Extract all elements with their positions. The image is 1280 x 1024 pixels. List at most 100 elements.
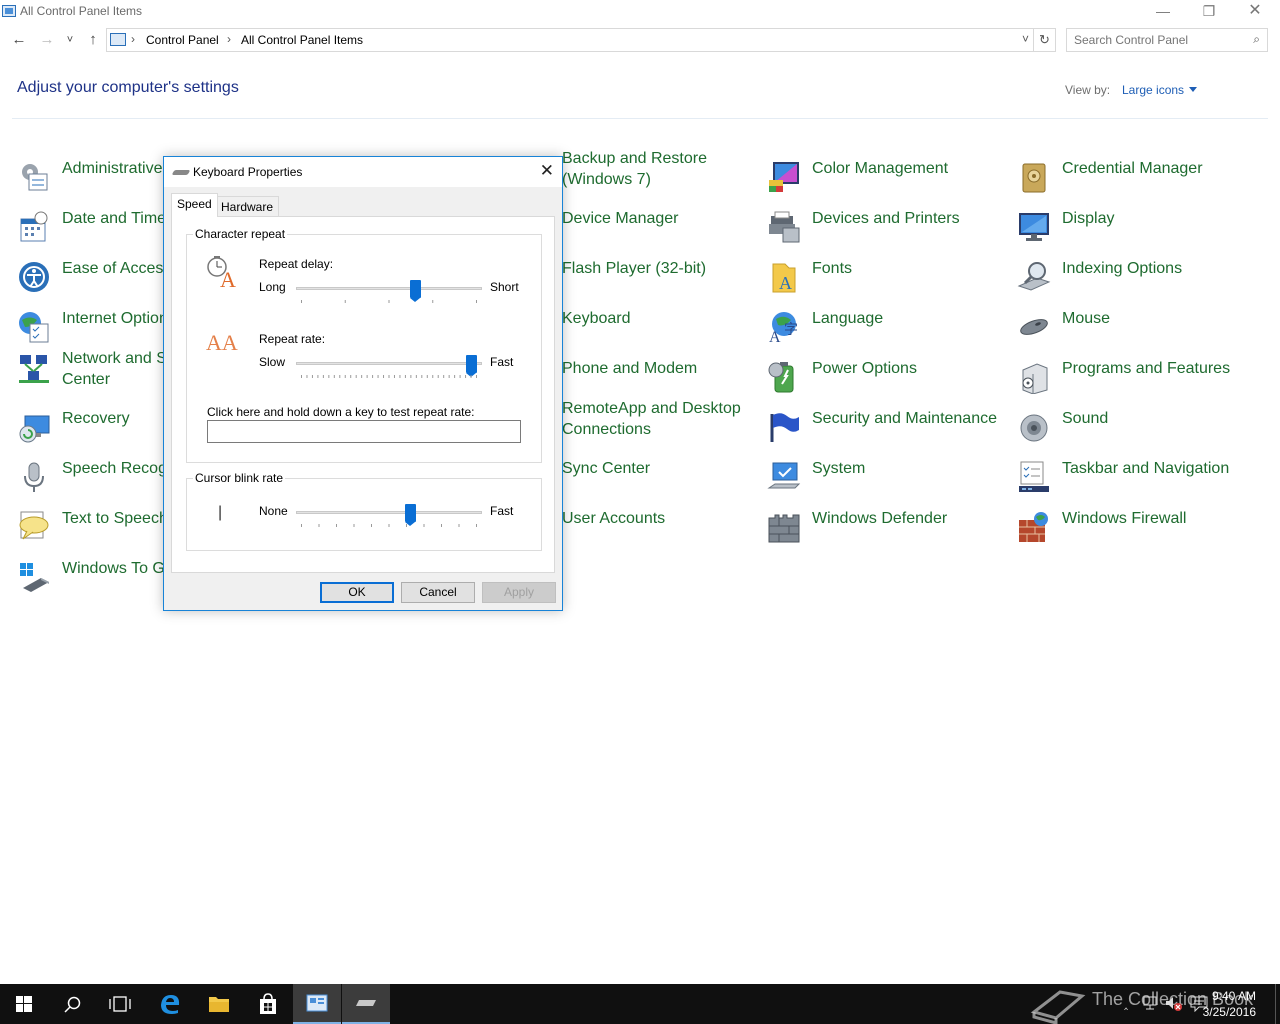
item-label: Keyboard (562, 310, 631, 327)
search-icon (64, 996, 81, 1013)
item-label: Network and S (62, 350, 167, 367)
item-label: User Accounts (562, 510, 666, 527)
file-explorer-button[interactable] (195, 984, 243, 1024)
item-label: Taskbar and Navigation (1062, 460, 1230, 477)
refresh-button[interactable]: ↻ (1033, 29, 1055, 51)
svg-text:A: A (769, 329, 781, 344)
fonts-folder-icon: A (772, 263, 796, 293)
dialog-title: Keyboard Properties (193, 165, 303, 179)
language-icon: A字 (769, 312, 798, 344)
address-dropdown-icon[interactable]: ˅ (1022, 32, 1029, 46)
dialog-titlebar: Keyboard Properties ✕ (164, 157, 562, 187)
control-panel-icon (306, 994, 328, 1012)
cancel-button[interactable]: Cancel (401, 582, 475, 603)
minimize-button[interactable]: — (1140, 0, 1186, 24)
test-repeat-input[interactable] (207, 420, 521, 443)
forward-button[interactable]: → (36, 30, 58, 50)
show-hidden-icons-chevron-up-icon[interactable]: ‸ (1124, 996, 1128, 1010)
control-panel-taskbar-button[interactable] (293, 984, 341, 1024)
search-input[interactable] (1074, 30, 1244, 50)
breadcrumb-all-items[interactable]: All Control Panel Items (241, 33, 363, 47)
item-label-line2: Center (62, 371, 111, 388)
page-title: Adjust your computer's settings (17, 79, 239, 96)
back-button[interactable]: ← (8, 30, 30, 50)
repeat-rate-slider[interactable] (296, 355, 482, 386)
folder-icon (209, 997, 229, 1012)
search-taskbar-button[interactable] (48, 984, 96, 1024)
clock-time: 9:40 AM (1211, 989, 1256, 1003)
tab-hardware[interactable]: Hardware (215, 196, 280, 217)
svg-text:A: A (779, 273, 792, 293)
flag-icon (770, 413, 799, 442)
store-button[interactable] (244, 984, 292, 1024)
item-label-line2: (Windows 7) (562, 171, 651, 188)
font-glyph-a: A (220, 267, 236, 289)
speech-bubble-icon (19, 511, 49, 540)
slider-thumb[interactable] (404, 504, 416, 526)
item-label: Windows Firewall (1062, 510, 1187, 527)
repeat-rate-max-label: Fast (490, 355, 514, 369)
item-label: Windows To Go (62, 560, 174, 577)
item-label: Internet Option (62, 310, 168, 327)
firewall-icon (1019, 512, 1048, 542)
network-tray-icon[interactable] (1142, 996, 1158, 1010)
printer-icon (769, 211, 800, 243)
tab-speed[interactable]: Speed (171, 193, 218, 217)
edge-browser-icon (161, 995, 180, 1014)
slider-ticks (301, 375, 477, 378)
task-view-button[interactable] (96, 984, 144, 1024)
item-label: Speech Recogn (62, 460, 176, 477)
item-label: Indexing Options (1062, 260, 1183, 277)
calendar-clock-icon (20, 211, 48, 242)
volume-muted-icon[interactable] (1165, 996, 1183, 1012)
item-label: Sound (1062, 410, 1109, 427)
keyboard-icon (356, 1000, 376, 1006)
item-label: Ease of Access (62, 260, 172, 277)
computer-icon (767, 462, 801, 489)
item-label: Backup and Restore (562, 150, 707, 167)
item-label: Programs and Features (1062, 360, 1231, 377)
keyboard-properties-taskbar-button[interactable] (342, 984, 390, 1024)
magnifier-drive-icon (1017, 262, 1051, 291)
window-title: All Control Panel Items (20, 4, 143, 18)
battery-power-icon (768, 362, 794, 393)
slider-thumb[interactable] (465, 355, 477, 377)
restore-button[interactable]: ❐ (1186, 0, 1232, 24)
slider-thumb[interactable] (409, 280, 421, 302)
ok-button[interactable]: OK (320, 582, 394, 603)
edge-taskbar-button[interactable] (146, 984, 194, 1024)
slider-ticks (301, 300, 477, 303)
repeat-delay-slider[interactable] (296, 280, 482, 311)
taskbar: The Collection Book ‸ 9:40 AM 3/25/2016 (0, 984, 1280, 1024)
view-by-dropdown[interactable]: Large icons (1122, 83, 1198, 97)
up-button[interactable]: ↑ (82, 30, 104, 50)
store-bag-icon (260, 993, 276, 1014)
microphone-icon (24, 462, 44, 492)
item-label: Recovery (62, 410, 130, 427)
cursor-max-label: Fast (490, 504, 514, 518)
address-bar[interactable]: › Control Panel › All Control Panel Item… (106, 28, 1056, 52)
close-button[interactable]: ✕ (1232, 0, 1278, 24)
breadcrumb-separator[interactable]: › (131, 32, 135, 46)
breadcrumb-control-panel[interactable]: Control Panel (146, 33, 219, 47)
color-management-icon (769, 162, 799, 192)
item-label: Mouse (1062, 310, 1111, 327)
dialog-close-button[interactable]: ✕ (540, 161, 554, 181)
clock[interactable]: 9:40 AM 3/25/2016 (1203, 988, 1256, 1020)
item-label-line2: Connections (562, 421, 651, 438)
recent-locations-button[interactable]: ˅ (62, 30, 78, 50)
search-icon[interactable]: ⌕ (1253, 32, 1260, 47)
cursor-blink-slider[interactable] (296, 504, 482, 535)
item-label: Flash Player (32-bit) (562, 260, 707, 277)
slider-track (296, 287, 482, 290)
cursor-glyph-icon: | (218, 504, 223, 521)
item-label: RemoteApp and Desktop (562, 400, 741, 417)
breadcrumb-separator[interactable]: › (227, 32, 231, 46)
apply-button[interactable]: Apply (482, 582, 556, 603)
show-desktop-button[interactable] (1275, 984, 1280, 1024)
search-box[interactable]: ⌕ (1066, 28, 1268, 52)
view-by-value: Large icons (1122, 83, 1185, 97)
slider-ticks (301, 524, 477, 527)
item-label: Fonts (812, 260, 853, 277)
start-button[interactable] (0, 984, 48, 1024)
